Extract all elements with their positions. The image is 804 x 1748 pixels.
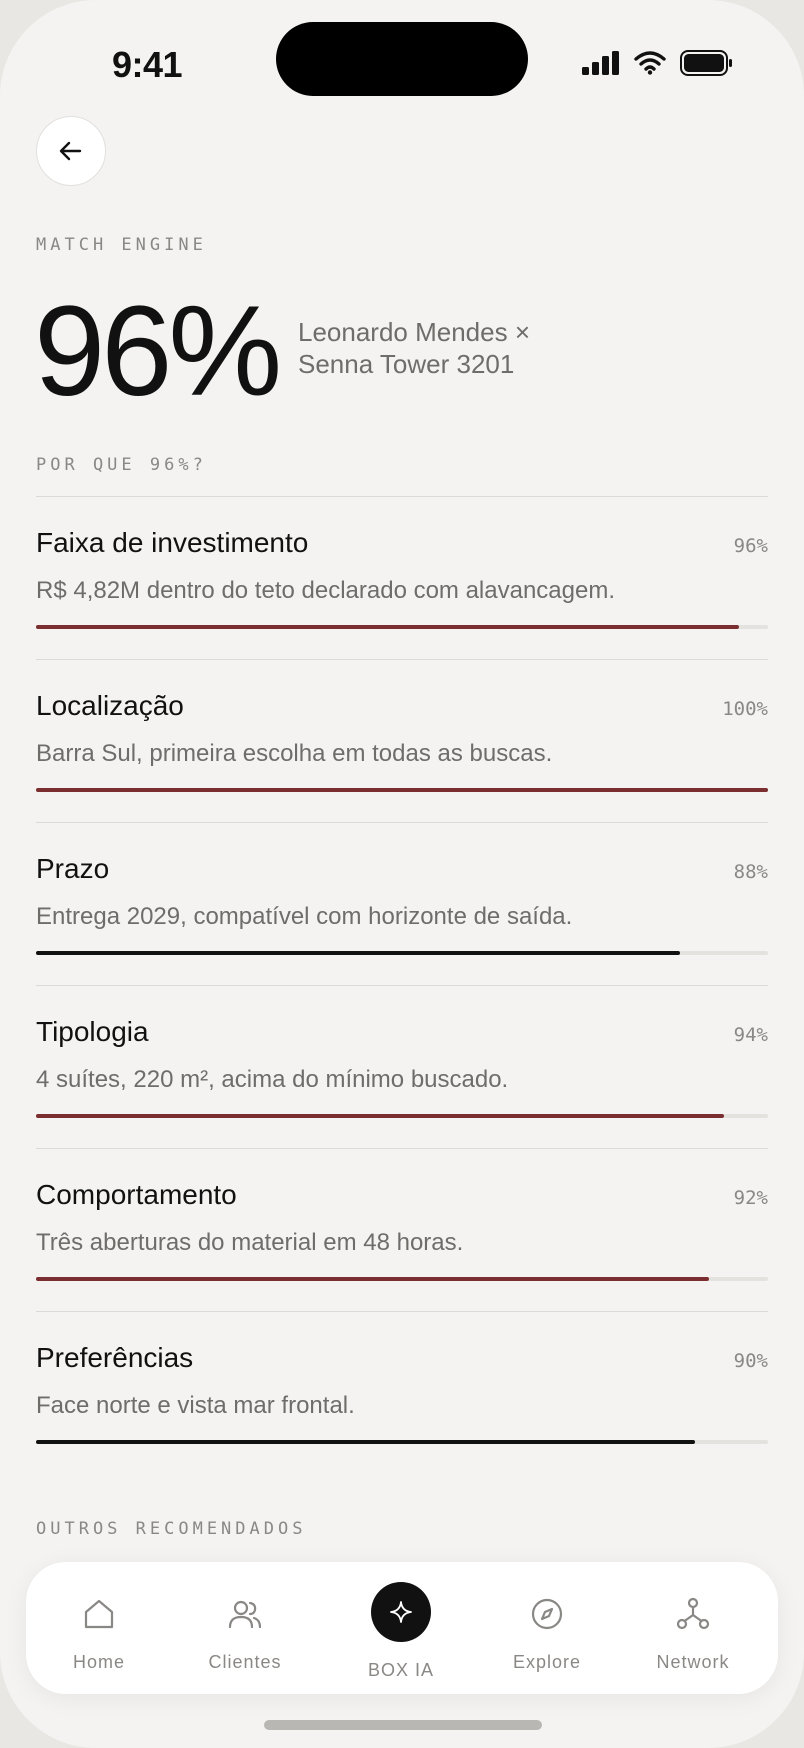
factor-item: Preferências 90% Face norte e vista mar … (36, 1312, 768, 1474)
home-indicator (264, 1720, 542, 1730)
back-button[interactable] (36, 116, 106, 186)
signal-icon (582, 51, 619, 75)
factor-item: Tipologia 94% 4 suítes, 220 m², acima do… (36, 986, 768, 1149)
factor-title: Faixa de investimento (36, 527, 309, 558)
factor-progress-track (36, 951, 768, 955)
factor-percent: 96% (733, 535, 768, 557)
phone-screen: 9:41 MATCH ENGINE 96% Leonardo Mendes × … (0, 0, 804, 1748)
status-icons (582, 50, 734, 76)
factor-item: Faixa de investimento 96% R$ 4,82M dentr… (36, 497, 768, 660)
nav-item-network[interactable]: Network (620, 1562, 766, 1694)
arrow-left-icon (59, 141, 82, 161)
factor-progress-track (36, 625, 768, 629)
network-icon (676, 1597, 710, 1630)
factor-progress-fill (36, 625, 739, 629)
status-time: 9:41 (112, 44, 183, 85)
factor-title: Localização (36, 690, 184, 721)
status-bar: 9:41 (0, 0, 804, 130)
box-ia-button[interactable] (371, 1582, 431, 1642)
nav-label: Home (72, 1652, 125, 1672)
compass-icon (531, 1598, 563, 1630)
section-eyebrow: MATCH ENGINE (36, 235, 207, 255)
factor-progress-track (36, 1440, 768, 1444)
dynamic-island (276, 22, 528, 96)
client-name: Leonardo Mendes × (298, 317, 531, 347)
factor-description: Face norte e vista mar frontal. (36, 1392, 355, 1419)
match-score: 96% (34, 280, 282, 423)
factor-title: Preferências (36, 1342, 194, 1373)
factor-description: Barra Sul, primeira escolha em todas as … (36, 740, 553, 767)
factor-percent: 90% (733, 1350, 768, 1372)
factor-progress-fill (36, 788, 768, 792)
factor-progress-fill (36, 1114, 725, 1118)
users-icon (228, 1600, 262, 1629)
wifi-icon (634, 51, 666, 75)
factor-percent: 92% (733, 1187, 768, 1209)
bottom-nav: Home Clientes BOX IA Explore Network (26, 1562, 778, 1694)
factor-description: Entrega 2029, compatível com horizonte d… (36, 903, 573, 930)
sparkle-icon (390, 1601, 412, 1623)
factor-progress-track (36, 788, 768, 792)
factor-progress-track (36, 1114, 768, 1118)
nav-label: Clientes (208, 1652, 282, 1672)
battery-icon (680, 50, 732, 76)
factor-progress-fill (36, 951, 681, 955)
factor-item: Comportamento 92% Três aberturas do mate… (36, 1149, 768, 1312)
factor-percent: 100% (722, 698, 768, 720)
home-icon (84, 1599, 114, 1629)
factor-item: Prazo 88% Entrega 2029, compatível com h… (36, 823, 768, 986)
reasons-heading: POR QUE 96%? (36, 455, 207, 475)
factor-item: Localização 100% Barra Sul, primeira esc… (36, 660, 768, 823)
nav-label: BOX IA (367, 1660, 435, 1680)
factor-percent: 88% (733, 861, 768, 883)
factor-title: Prazo (36, 853, 110, 884)
nav-item-box-ia[interactable]: BOX IA (328, 1562, 474, 1694)
factor-list: Faixa de investimento 96% R$ 4,82M dentr… (36, 497, 768, 1474)
nav-item-explore[interactable]: Explore (474, 1562, 620, 1694)
nav-item-clientes[interactable]: Clientes (172, 1562, 318, 1694)
factor-description: 4 suítes, 220 m², acima do mínimo buscad… (36, 1066, 509, 1093)
nav-label: Explore (512, 1652, 582, 1672)
factor-percent: 94% (733, 1024, 768, 1046)
factor-title: Comportamento (36, 1179, 237, 1210)
factor-title: Tipologia (36, 1016, 149, 1047)
others-heading: OUTROS RECOMENDADOS (36, 1519, 307, 1539)
property-name: Senna Tower 3201 (298, 349, 515, 379)
factor-description: R$ 4,82M dentro do teto declarado com al… (36, 577, 616, 604)
factor-progress-fill (36, 1277, 710, 1281)
match-pair: Leonardo Mendes × Senna Tower 3201 (298, 316, 530, 380)
nav-label: Network (656, 1652, 730, 1672)
nav-item-home[interactable]: Home (26, 1562, 172, 1694)
factor-progress-fill (36, 1440, 695, 1444)
factor-progress-track (36, 1277, 768, 1281)
factor-description: Três aberturas do material em 48 horas. (36, 1229, 464, 1256)
